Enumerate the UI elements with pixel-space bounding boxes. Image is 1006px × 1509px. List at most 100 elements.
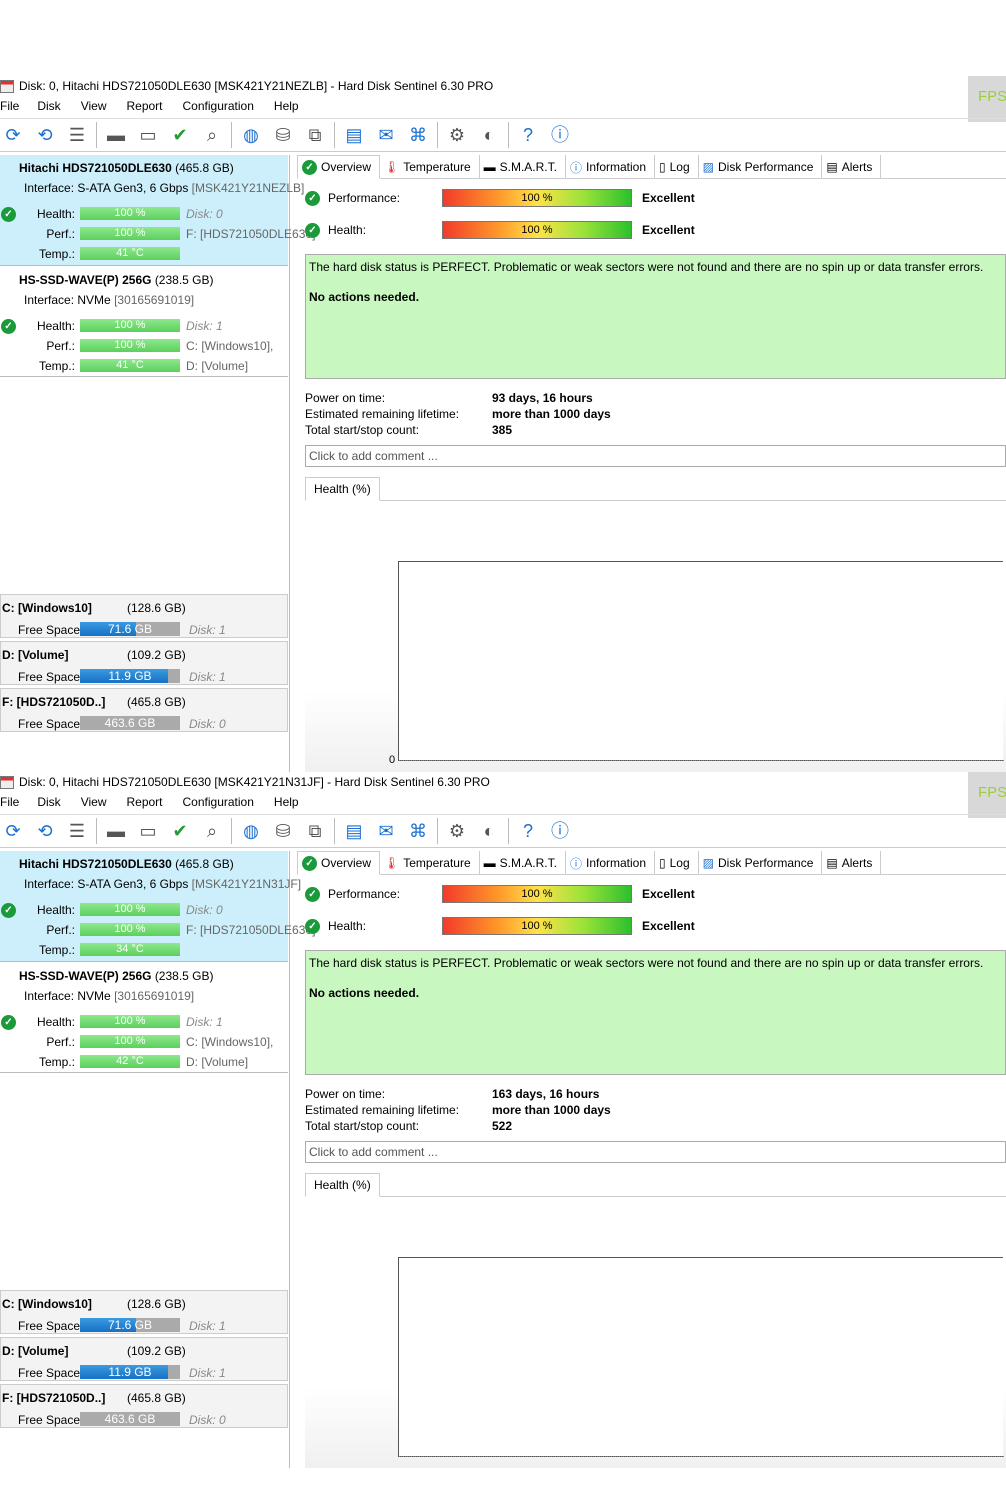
copy-disk-icon[interactable]: ⧉: [302, 122, 328, 148]
free-space-bar: 71.6 GB: [80, 1318, 180, 1332]
notes-icon[interactable]: ▤: [341, 818, 367, 844]
menu-report[interactable]: Report: [126, 99, 162, 117]
settings-icon[interactable]: ⚙: [444, 818, 470, 844]
globe-disk-icon[interactable]: ◍: [238, 122, 264, 148]
toolbar-separator: [96, 818, 97, 844]
tab-alerts[interactable]: ▤ Alerts: [822, 155, 882, 179]
disk-size: (465.8 GB): [175, 857, 234, 871]
volume-item[interactable]: D: [Volume] (109.2 GB) Free Space 11.9 G…: [0, 641, 288, 685]
tab-alerts[interactable]: ▤ Alerts: [822, 851, 882, 875]
sound-icon[interactable]: ◐: [476, 818, 502, 844]
volume-item[interactable]: F: [HDS721050D..] (465.8 GB) Free Space …: [0, 688, 288, 732]
volume-name: C: [Windows10]: [2, 1297, 92, 1311]
menu-configuration[interactable]: Configuration: [183, 795, 254, 813]
tab-information[interactable]: ⓘ Information: [566, 155, 656, 179]
tab-smart[interactable]: ▬ S.M.A.R.T.: [480, 851, 566, 875]
free-space-label: Free Space: [18, 1366, 81, 1380]
volume-item[interactable]: C: [Windows10] (128.6 GB) Free Space 71.…: [0, 594, 288, 638]
disk-list-icon[interactable]: ☰: [64, 122, 90, 148]
hdd-icon[interactable]: ⛁: [270, 818, 296, 844]
volume-item[interactable]: F: [HDS721050D..] (465.8 GB) Free Space …: [0, 1384, 288, 1428]
tab-disk-performance[interactable]: ▨ Disk Performance: [699, 155, 823, 179]
disk-search-icon[interactable]: ⌕: [199, 818, 225, 844]
disk-size: (238.5 GB): [154, 969, 214, 983]
tab-temperature[interactable]: 🌡 Temperature: [380, 851, 480, 875]
disk-item[interactable]: Hitachi HDS721050DLE630 (465.8 GB) Inter…: [0, 851, 315, 962]
volume-disk: Disk: 0: [189, 1413, 226, 1427]
tab-health-graph[interactable]: Health (%): [305, 1173, 380, 1197]
hdd-icon[interactable]: ⛁: [270, 122, 296, 148]
menu-configuration[interactable]: Configuration: [183, 99, 254, 117]
tab-health-graph[interactable]: Health (%): [305, 477, 380, 501]
menu-disk[interactable]: Disk: [37, 99, 60, 117]
disk-check-icon[interactable]: ✔: [167, 818, 193, 844]
disk-list-icon[interactable]: ☰: [64, 818, 90, 844]
window-title: Disk: 0, Hitachi HDS721050DLE630 [MSK421…: [19, 775, 490, 789]
status-message: The hard disk status is PERFECT. Problem…: [309, 956, 984, 970]
settings-icon[interactable]: ⚙: [444, 122, 470, 148]
network-icon[interactable]: ⌘: [405, 122, 431, 148]
help-icon[interactable]: ?: [515, 122, 541, 148]
disk-number: Disk: 1: [186, 1015, 223, 1029]
disk-item[interactable]: HS-SSD-WAVE(P) 256G (238.5 GB) Interface…: [0, 267, 288, 377]
performance-rating: Excellent: [642, 887, 695, 901]
toolbar-separator: [334, 818, 335, 844]
menu-file[interactable]: File: [0, 99, 19, 117]
refresh-warning-icon[interactable]: ⟲: [32, 818, 58, 844]
tab-information[interactable]: ⓘ Information: [566, 851, 656, 875]
volume-name: F: [HDS721050D..]: [2, 1391, 106, 1405]
mail-icon[interactable]: ✉: [373, 818, 399, 844]
refresh-icon[interactable]: ⟳: [0, 122, 26, 148]
disk-icon[interactable]: ▬: [103, 818, 129, 844]
perf-label: Perf.:: [46, 227, 75, 241]
comment-field[interactable]: Click to add comment ...: [305, 1141, 1006, 1163]
tab-smart[interactable]: ▬ S.M.A.R.T.: [480, 155, 566, 179]
alerts-icon: ▤: [826, 160, 838, 174]
check-icon: ✓: [302, 855, 317, 871]
refresh-icon[interactable]: ⟳: [0, 818, 26, 844]
copy-disk-icon[interactable]: ⧉: [302, 818, 328, 844]
disk-panel: Hitachi HDS721050DLE630 (465.8 GB) Inter…: [0, 155, 315, 772]
disk-search-icon[interactable]: ⌕: [199, 122, 225, 148]
info-value: 385: [492, 423, 513, 437]
tab-overview[interactable]: ✓ Overview: [297, 155, 381, 179]
menu-bar: File Disk View Report Configuration Help: [0, 99, 299, 117]
refresh-warning-icon[interactable]: ⟲: [32, 122, 58, 148]
tab-overview[interactable]: ✓ Overview: [297, 851, 381, 875]
sound-icon[interactable]: ◐: [476, 122, 502, 148]
notes-icon[interactable]: ▤: [341, 122, 367, 148]
disk-schedule-icon[interactable]: ▭: [135, 818, 161, 844]
tab-log[interactable]: ▯ Log: [655, 155, 699, 179]
disk-volumes-extra: D: [Volume]: [186, 1055, 249, 1069]
network-icon[interactable]: ⌘: [405, 818, 431, 844]
disk-item[interactable]: HS-SSD-WAVE(P) 256G (238.5 GB) Interface…: [0, 963, 288, 1073]
volume-size: (128.6 GB): [127, 601, 186, 615]
menu-view[interactable]: View: [81, 795, 107, 813]
disk-check-icon[interactable]: ✔: [167, 122, 193, 148]
disk-item[interactable]: Hitachi HDS721050DLE630 (465.8 GB) Inter…: [0, 155, 315, 266]
toolbar-separator: [231, 122, 232, 148]
tab-log[interactable]: ▯ Log: [655, 851, 699, 875]
mail-icon[interactable]: ✉: [373, 122, 399, 148]
menu-file[interactable]: File: [0, 795, 19, 813]
tab-temperature[interactable]: 🌡 Temperature: [380, 155, 480, 179]
disk-icon[interactable]: ▬: [103, 122, 129, 148]
volume-item[interactable]: C: [Windows10] (128.6 GB) Free Space 71.…: [0, 1290, 288, 1334]
menu-view[interactable]: View: [81, 99, 107, 117]
info-value: 93 days, 16 hours: [492, 391, 593, 405]
disk-schedule-icon[interactable]: ▭: [135, 122, 161, 148]
log-icon: ▯: [659, 856, 666, 870]
menu-report[interactable]: Report: [126, 795, 162, 813]
menu-help[interactable]: Help: [274, 99, 299, 117]
volume-name: D: [Volume]: [2, 648, 69, 662]
globe-disk-icon[interactable]: ◍: [238, 818, 264, 844]
info-icon[interactable]: ⓘ: [547, 818, 573, 844]
health-bar: 100 %: [80, 1015, 180, 1028]
menu-help[interactable]: Help: [274, 795, 299, 813]
comment-field[interactable]: Click to add comment ...: [305, 445, 1006, 467]
menu-disk[interactable]: Disk: [37, 795, 60, 813]
info-icon[interactable]: ⓘ: [547, 122, 573, 148]
help-icon[interactable]: ?: [515, 818, 541, 844]
volume-item[interactable]: D: [Volume] (109.2 GB) Free Space 11.9 G…: [0, 1337, 288, 1381]
tab-disk-performance[interactable]: ▨ Disk Performance: [699, 851, 823, 875]
